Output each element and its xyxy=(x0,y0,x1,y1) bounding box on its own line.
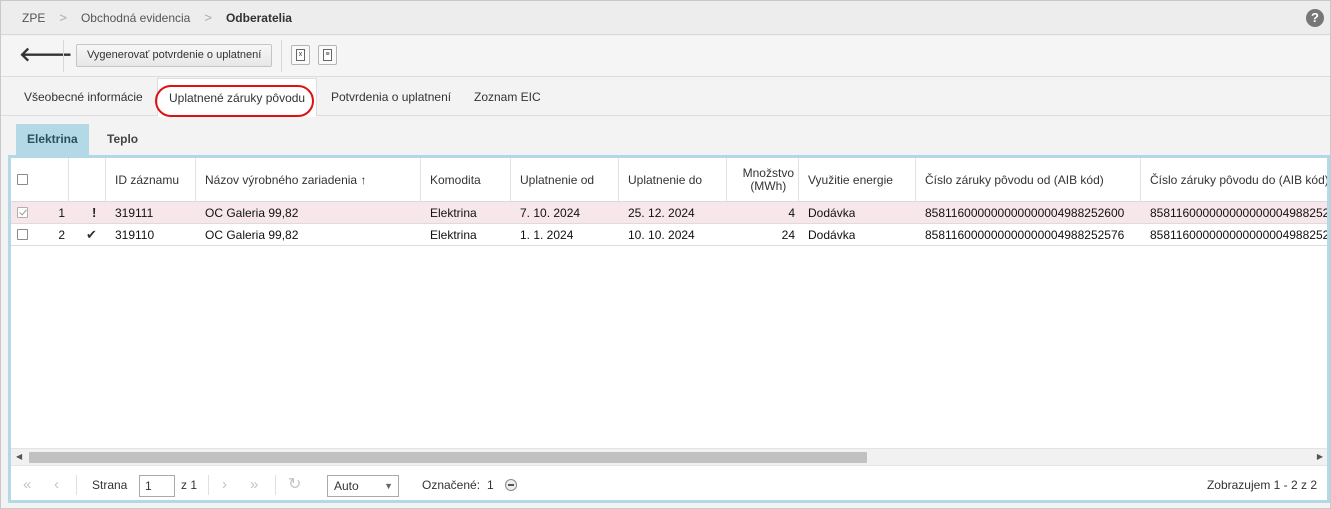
warning-exclamation-icon: ! xyxy=(92,205,97,220)
header-applied-from[interactable]: Uplatnenie od xyxy=(511,158,619,201)
cell-id: 319111 xyxy=(115,206,154,220)
page-label: Strana xyxy=(92,478,128,492)
grid-panel: ID záznamu Názov výrobného zariadenia ↑ … xyxy=(8,155,1330,503)
row-checkbox[interactable] xyxy=(17,229,28,241)
commodity-subtabs: Elektrina Teplo xyxy=(1,117,1330,155)
clear-selection-icon[interactable] xyxy=(505,479,517,491)
help-icon[interactable]: ? xyxy=(1306,9,1324,27)
breadcrumb-item-zpe[interactable]: ZPE xyxy=(22,11,45,25)
pager: « ‹ Strana 1 z 1 › » ↻ Auto ▼ Označené: … xyxy=(11,465,1327,500)
records-summary: Zobrazujem 1 - 2 z 2 xyxy=(1206,478,1317,492)
horizontal-scrollbar[interactable]: ◀ ▶ xyxy=(11,448,1327,465)
pager-divider xyxy=(275,475,276,495)
toolbar-divider xyxy=(63,40,64,72)
cell-device-name: OC Galeria 99,82 xyxy=(205,228,299,242)
table-row[interactable]: 1 ! 319111 OC Galeria 99,82 Elektrina 7.… xyxy=(11,202,1327,224)
header-id[interactable]: ID záznamu xyxy=(106,158,196,201)
header-applied-to[interactable]: Uplatnenie do xyxy=(619,158,727,201)
breadcrumb-item-odberatelia: Odberatelia xyxy=(225,10,292,25)
header-device-name[interactable]: Názov výrobného zariadenia ↑ xyxy=(196,158,421,201)
cell-applied-from: 1. 1. 2024 xyxy=(520,228,574,242)
app-frame: ZPE > Obchodná evidencia > Odberatelia ?… xyxy=(0,0,1331,509)
breadcrumb: ZPE > Obchodná evidencia > Odberatelia ? xyxy=(1,1,1330,35)
unchecked-checkbox-icon xyxy=(17,229,28,240)
grid-header: ID záznamu Názov výrobného zariadenia ↑ … xyxy=(11,158,1327,202)
red-highlight-circle xyxy=(155,85,314,117)
header-aib-from[interactable]: Číslo záruky pôvodu od (AIB kód) xyxy=(916,158,1141,201)
cell-aib-to: 858116000000000000004988252599 xyxy=(1150,228,1327,242)
header-quantity-line2: (MWh) xyxy=(750,178,787,193)
cell-aib-from: 858116000000000000004988252576 xyxy=(925,228,1125,242)
export-excel-button[interactable]: x xyxy=(291,45,310,65)
export-document-button[interactable]: ≡ xyxy=(318,45,337,65)
back-arrow-icon[interactable]: 🡐 xyxy=(19,44,73,68)
table-row[interactable]: 2 ✔ 319110 OC Galeria 99,82 Elektrina 1.… xyxy=(11,224,1327,246)
cell-device-name: OC Galeria 99,82 xyxy=(205,206,299,220)
header-status xyxy=(69,158,106,201)
breadcrumb-separator: > xyxy=(204,10,212,25)
pager-divider xyxy=(76,475,77,495)
cell-applied-to: 25. 12. 2024 xyxy=(628,206,695,220)
page-count-label: z 1 xyxy=(181,478,198,492)
cell-energy-usage: Dodávka xyxy=(808,206,856,220)
header-quantity[interactable]: Množstvo (MWh) xyxy=(727,158,799,201)
select-all-checkbox[interactable] xyxy=(17,174,28,185)
cell-commodity: Elektrina xyxy=(430,206,477,220)
toolbar-divider xyxy=(281,40,282,72)
row-index: 1 xyxy=(58,206,65,220)
scroll-left-icon[interactable]: ◀ xyxy=(16,452,22,461)
toolbar: 🡐 Vygenerovať potvrdenie o uplatnení x ≡ xyxy=(1,36,1330,77)
document-icon: ≡ xyxy=(323,49,332,61)
last-page-icon[interactable]: » xyxy=(250,477,258,492)
scrollbar-thumb[interactable] xyxy=(29,452,867,463)
prev-page-icon[interactable]: ‹ xyxy=(54,477,59,492)
cell-aib-to: 858116000000000000004988252600 xyxy=(1150,206,1327,220)
cell-energy-usage: Dodávka xyxy=(808,228,856,242)
cell-id: 319110 xyxy=(115,228,155,242)
refresh-icon[interactable]: ↻ xyxy=(288,477,301,493)
header-select-all xyxy=(11,158,69,201)
checked-checkbox-icon xyxy=(17,207,28,218)
next-page-icon[interactable]: › xyxy=(222,477,227,492)
subtab-teplo[interactable]: Teplo xyxy=(96,124,149,155)
cell-quantity: 24 xyxy=(781,228,795,242)
checkmark-icon: ✔ xyxy=(86,227,97,242)
chevron-down-icon: ▼ xyxy=(384,481,393,491)
cell-commodity: Elektrina xyxy=(430,228,477,242)
header-commodity[interactable]: Komodita xyxy=(421,158,511,201)
header-energy-usage[interactable]: Využitie energie xyxy=(799,158,916,201)
tab-vseobecne-informacie[interactable]: Všeobecné informácie xyxy=(13,78,154,116)
page-number-input[interactable]: 1 xyxy=(139,475,175,497)
row-checkbox[interactable] xyxy=(17,207,28,219)
cell-quantity: 4 xyxy=(788,206,795,220)
pager-divider xyxy=(208,475,209,495)
cell-aib-from: 858116000000000000004988252600 xyxy=(925,206,1125,220)
row-index: 2 xyxy=(58,228,65,242)
selected-count: 1 xyxy=(487,478,494,492)
first-page-icon[interactable]: « xyxy=(23,477,31,492)
header-quantity-line1: Množstvo xyxy=(742,165,794,180)
header-aib-to[interactable]: Číslo záruky pôvodu do (AIB kód) xyxy=(1141,158,1327,201)
page-size-select[interactable]: Auto ▼ xyxy=(327,475,399,497)
breadcrumb-separator: > xyxy=(59,10,67,25)
breadcrumb-item-obchodna-evidencia[interactable]: Obchodná evidencia xyxy=(81,11,190,25)
tab-potvrdenia-o-uplatneni[interactable]: Potvrdenia o uplatnení xyxy=(320,78,462,116)
page-size-value: Auto xyxy=(334,479,359,493)
cell-applied-from: 7. 10. 2024 xyxy=(520,206,581,220)
tab-zoznam-eic[interactable]: Zoznam EIC xyxy=(463,78,552,116)
cell-applied-to: 10. 10. 2024 xyxy=(628,228,695,242)
selected-label: Označené: xyxy=(422,478,481,492)
generate-confirmation-button[interactable]: Vygenerovať potvrdenie o uplatnení xyxy=(76,44,273,67)
scroll-right-icon[interactable]: ▶ xyxy=(1317,452,1323,461)
subtab-elektrina[interactable]: Elektrina xyxy=(16,124,89,155)
excel-icon: x xyxy=(296,49,305,61)
